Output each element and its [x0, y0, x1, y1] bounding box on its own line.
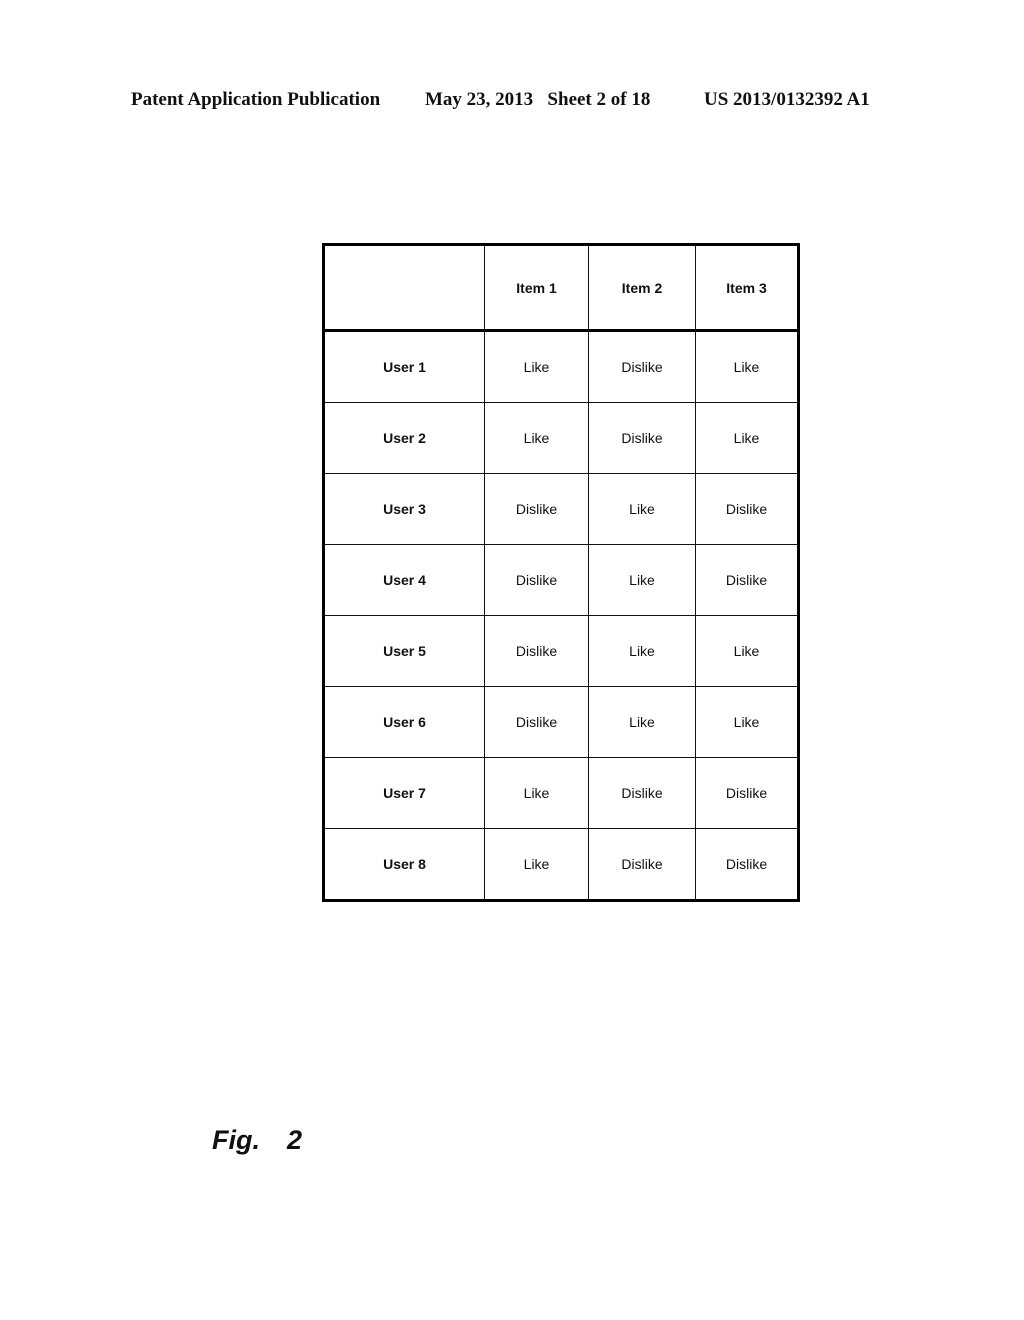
row-header: User 7 [323, 757, 485, 829]
patent-number: US 2013/0132392 A1 [704, 89, 870, 110]
table-cell: Like [695, 330, 799, 403]
user-item-preference-table: Item 1 Item 2 Item 3 User 1 Like Dislike… [322, 243, 800, 902]
table-cell: Like [588, 473, 696, 545]
table-cell: Like [695, 615, 799, 687]
table-cell: Dislike [695, 473, 799, 545]
table-cell: Dislike [695, 544, 799, 616]
row-header: User 2 [323, 402, 485, 474]
table-cell: Like [588, 686, 696, 758]
row-header: User 3 [323, 473, 485, 545]
table-cell: Dislike [484, 544, 589, 616]
table-cell: Dislike [484, 473, 589, 545]
table-row: User 2 Like Dislike Like [323, 402, 799, 474]
table-cell: Dislike [695, 757, 799, 829]
row-header: User 1 [323, 330, 485, 403]
table-row: User 3 Dislike Like Dislike [323, 473, 799, 545]
corner-cell [323, 244, 485, 332]
column-header: Item 1 [484, 244, 589, 332]
table-cell: Like [484, 828, 589, 901]
table-cell: Dislike [484, 686, 589, 758]
row-header: User 6 [323, 686, 485, 758]
table-cell: Like [695, 686, 799, 758]
table-cell: Dislike [588, 402, 696, 474]
table-cell: Dislike [484, 615, 589, 687]
row-header: User 8 [323, 828, 485, 901]
table-row: User 4 Dislike Like Dislike [323, 544, 799, 616]
table-row: User 1 Like Dislike Like [323, 330, 799, 403]
table-cell: Like [484, 757, 589, 829]
column-header: Item 3 [695, 244, 799, 332]
table-cell: Dislike [695, 828, 799, 901]
table-row: User 7 Like Dislike Dislike [323, 757, 799, 829]
row-header: User 5 [323, 615, 485, 687]
table-row: User 8 Like Dislike Dislike [323, 828, 799, 901]
date-sheet: May 23, 2013 Sheet 2 of 18 [425, 89, 651, 110]
table-cell: Dislike [588, 330, 696, 403]
table-header-row: Item 1 Item 2 Item 3 [323, 244, 799, 332]
figure-label: Fig. 2 [212, 1125, 303, 1155]
table-cell: Like [588, 544, 696, 616]
table-cell: Like [484, 402, 589, 474]
table-cell: Dislike [588, 757, 696, 829]
table-cell: Dislike [588, 828, 696, 901]
table-cell: Like [484, 330, 589, 403]
publication-title: Patent Application Publication [131, 89, 381, 110]
table-row: User 5 Dislike Like Like [323, 615, 799, 687]
column-header: Item 2 [588, 244, 696, 332]
table-cell: Like [588, 615, 696, 687]
table-cell: Like [695, 402, 799, 474]
table-row: User 6 Dislike Like Like [323, 686, 799, 758]
row-header: User 4 [323, 544, 485, 616]
